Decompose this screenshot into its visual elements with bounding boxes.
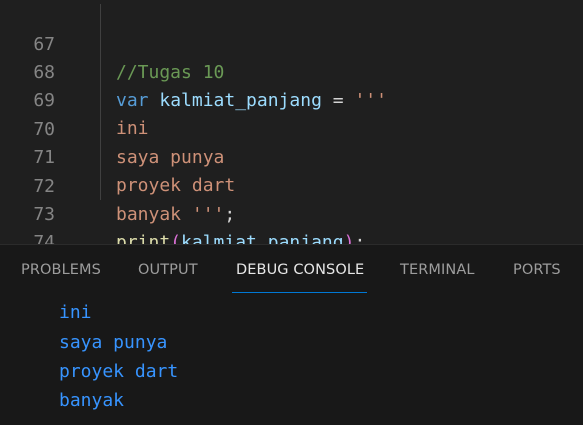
code-line[interactable]: 72 banyak '''; <box>0 145 583 225</box>
code-line[interactable]: 68 var kalmiat_panjang = ''' <box>0 31 583 111</box>
console-output-line: proyek dart <box>59 361 179 382</box>
tab-output[interactable]: OUTPUT <box>138 262 198 278</box>
code-editor[interactable]: 67 //Tugas 10 68 var kalmiat_panjang = '… <box>0 0 583 281</box>
tab-ports[interactable]: PORTS <box>513 262 561 278</box>
console-output-line: banyak <box>59 390 125 411</box>
active-tab-indicator <box>232 292 367 293</box>
bottom-panel: PROBLEMS OUTPUT DEBUG CONSOLE TERMINAL P… <box>0 244 583 425</box>
code-line[interactable]: 69 ini <box>0 59 583 139</box>
tab-debug-console[interactable]: DEBUG CONSOLE <box>236 262 364 278</box>
code-line[interactable]: 73 print(kalmiat_panjang); <box>0 173 583 253</box>
tab-terminal[interactable]: TERMINAL <box>400 262 475 278</box>
code-line[interactable]: 67 //Tugas 10 <box>0 3 583 83</box>
console-output-line: ini <box>59 302 92 323</box>
console-output-line: saya punya <box>59 332 168 353</box>
code-line[interactable]: 70 saya punya <box>0 88 583 168</box>
tab-problems[interactable]: PROBLEMS <box>21 262 101 278</box>
code-line[interactable]: 71 proyek dart <box>0 116 583 196</box>
panel-tab-bar: PROBLEMS OUTPUT DEBUG CONSOLE TERMINAL P… <box>0 245 583 295</box>
code-line[interactable]: 74 } <box>0 201 583 281</box>
